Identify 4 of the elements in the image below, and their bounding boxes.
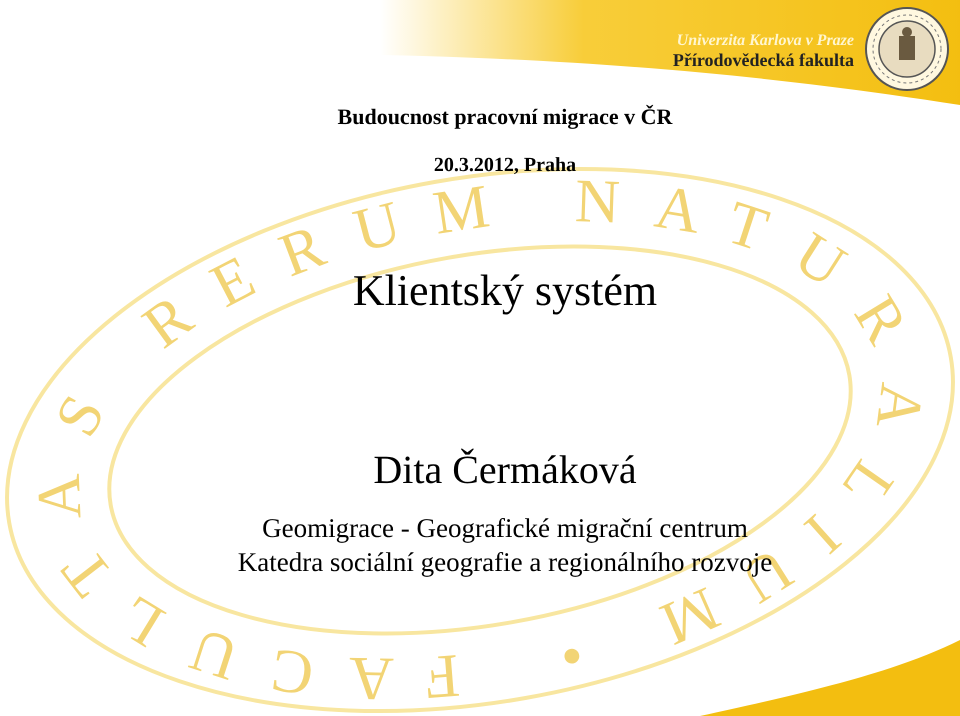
event-title: Budoucnost pracovní migrace v ČR <box>338 104 672 130</box>
seal-logo-icon <box>864 6 950 92</box>
faculty-name: Přírodovědecká fakulta <box>672 50 854 70</box>
university-name: Univerzita Karlova v Praze <box>676 32 854 50</box>
